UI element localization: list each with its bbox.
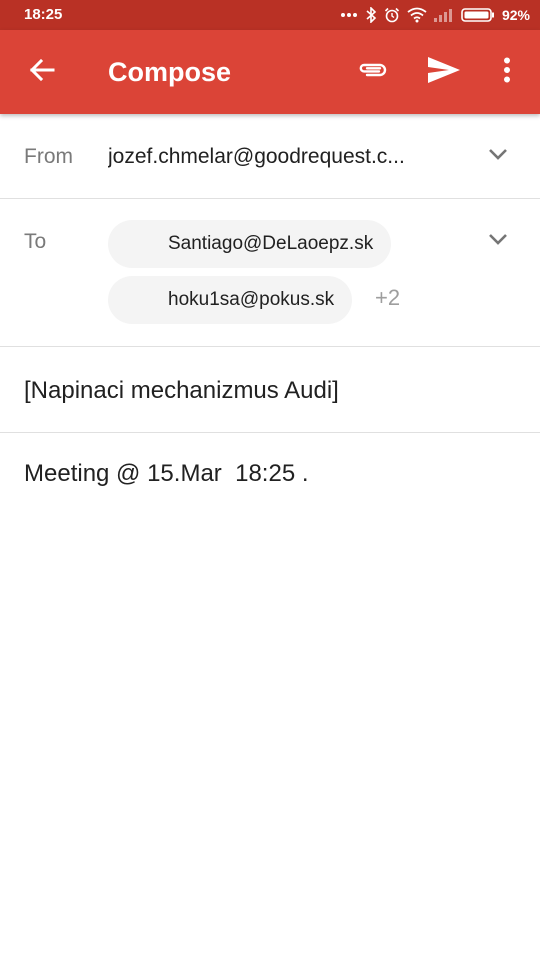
from-expand-button[interactable] xyxy=(484,142,512,170)
status-icons: 92% xyxy=(340,4,530,26)
subject-row: [Napinaci mechanizmus Audi] xyxy=(0,347,540,433)
recipient-chip-label: hoku1sa@pokus.sk xyxy=(168,289,335,310)
status-time: 18:25 xyxy=(24,6,63,23)
signal-icon xyxy=(433,8,454,22)
battery-icon xyxy=(461,7,495,23)
subject-field[interactable]: [Napinaci mechanizmus Audi] xyxy=(24,377,339,405)
alarm-icon xyxy=(384,7,400,23)
more-recipients-count[interactable]: +2 xyxy=(375,285,400,311)
attach-button[interactable] xyxy=(350,50,394,94)
from-account-field[interactable]: jozef.chmelar@goodrequest.c... xyxy=(108,145,448,169)
chevron-down-icon xyxy=(488,147,508,165)
back-arrow-icon xyxy=(29,57,55,88)
battery-percent: 92% xyxy=(501,7,530,23)
bluetooth-icon xyxy=(365,7,377,23)
back-button[interactable] xyxy=(20,50,64,94)
to-label: To xyxy=(24,230,47,253)
wifi-icon xyxy=(407,7,427,23)
more-vert-icon xyxy=(503,57,511,88)
chevron-down-icon xyxy=(488,232,508,250)
compose-body-field[interactable]: Meeting @ 15.Mar 18:25 . xyxy=(24,460,309,488)
send-button[interactable] xyxy=(422,50,466,94)
more-dots-icon xyxy=(340,12,358,18)
to-row: To Santiago@DeLaoepz.sk hoku1sa@pokus.sk… xyxy=(0,199,540,347)
page-title: Compose xyxy=(108,57,232,87)
recipient-chip-label: Santiago@DeLaoepz.sk xyxy=(168,233,374,254)
status-bar: 18:25 92% xyxy=(0,0,540,30)
more-options-button[interactable] xyxy=(485,50,529,94)
recipient-chip[interactable]: Santiago@DeLaoepz.sk xyxy=(108,220,392,268)
from-row: From jozef.chmelar@goodrequest.c... xyxy=(0,114,540,199)
attach-icon xyxy=(356,60,388,85)
app-bar: Compose xyxy=(0,30,540,114)
from-label: From xyxy=(24,145,73,168)
send-icon xyxy=(427,56,461,89)
recipient-chip[interactable]: hoku1sa@pokus.sk xyxy=(108,276,353,324)
to-expand-button[interactable] xyxy=(484,227,512,255)
